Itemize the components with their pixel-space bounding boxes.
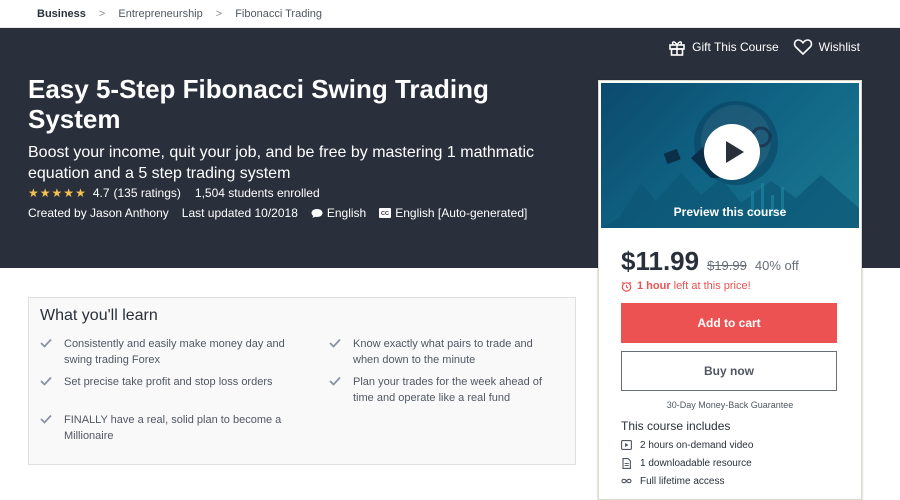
includes-item-text: Full lifetime access: [640, 475, 725, 487]
file-icon: [622, 457, 631, 469]
star-icon: ★: [63, 186, 75, 200]
star-icon: ★: [39, 186, 51, 200]
includes-title: This course includes: [621, 419, 731, 433]
play-icon: [725, 141, 744, 163]
includes-item-text: 2 hours on-demand video: [640, 439, 754, 451]
header-actions: Gift This Course Wishlist: [654, 38, 860, 56]
what-you-will-learn: What you'll learn Consistently and easil…: [28, 297, 576, 465]
gift-icon: [669, 41, 685, 56]
learn-item-text: Consistently and easily make money day a…: [64, 338, 285, 366]
check-icon: [40, 414, 52, 424]
language-label: English: [326, 206, 367, 220]
includes-item-text: 1 downloadable resource: [640, 457, 752, 469]
language: English: [311, 206, 366, 220]
timer-text: left at this price!: [673, 280, 751, 292]
includes-item: Full lifetime access: [621, 472, 753, 490]
star-icon: ★: [51, 186, 63, 200]
current-price: $11.99: [621, 246, 700, 276]
learn-item: Set precise take profit and stop loss or…: [40, 374, 292, 390]
timer-strong: 1 hour: [637, 280, 671, 292]
course-subtitle: Boost your income, quit your job, and be…: [28, 144, 535, 182]
course-meta: Created by Jason Anthony Last updated 10…: [28, 206, 540, 220]
check-icon: [329, 338, 341, 348]
breadcrumb: Business > Entrepreneurship > Fibonacci …: [0, 0, 900, 28]
closed-captions-icon: CC: [379, 208, 392, 218]
rating-value: 4.7: [92, 186, 110, 200]
buy-now-button[interactable]: Buy now: [621, 351, 837, 391]
includes-item: 2 hours on-demand video: [621, 436, 753, 454]
students-enrolled: 1,504 students enrolled: [194, 186, 320, 200]
learn-title: What you'll learn: [40, 307, 158, 324]
captions-label: English [Auto-generated]: [395, 206, 528, 220]
star-icon: ★: [75, 186, 86, 200]
discount-percent: 40% off: [754, 258, 799, 273]
rating-stars: ★ ★ ★ ★ ★: [28, 186, 87, 200]
last-updated: Last updated 10/2018: [181, 206, 298, 220]
learn-item-text: Plan your trades for the week ahead of t…: [353, 376, 542, 404]
includes-item: 1 downloadable resource: [621, 454, 753, 472]
breadcrumb-separator: >: [215, 7, 223, 20]
wishlist-button[interactable]: Wishlist: [793, 38, 860, 56]
rating-row: ★ ★ ★ ★ ★ 4.7 (135 ratings) 1,504 studen…: [28, 186, 320, 200]
breadcrumb-item-fibonacci-trading[interactable]: Fibonacci Trading: [235, 8, 322, 20]
gift-course-button[interactable]: Gift This Course: [668, 38, 779, 56]
learn-item-text: FINALLY have a real, solid plan to becom…: [64, 414, 282, 442]
check-icon: [329, 376, 341, 386]
speech-bubble-icon: [311, 208, 323, 218]
learn-item: Know exactly what pairs to trade and whe…: [329, 336, 559, 368]
price-row: $11.99 $19.99 40% off: [621, 246, 799, 277]
learn-item: Plan your trades for the week ahead of t…: [329, 374, 559, 406]
add-to-cart-button[interactable]: Add to cart: [621, 303, 837, 343]
learn-item-text: Know exactly what pairs to trade and whe…: [353, 338, 533, 366]
check-icon: [40, 338, 52, 348]
play-button[interactable]: [704, 124, 760, 180]
heart-icon: [793, 39, 812, 56]
gift-course-label: Gift This Course: [692, 40, 779, 54]
learn-item: FINALLY have a real, solid plan to becom…: [40, 412, 292, 444]
breadcrumb-item-entrepreneurship[interactable]: Entrepreneurship: [118, 8, 202, 20]
wishlist-label: Wishlist: [818, 40, 860, 54]
purchase-card: Preview this course $11.99 $19.99 40% of…: [598, 80, 862, 500]
includes-list: 2 hours on-demand video 1 downloadable r…: [621, 436, 753, 490]
captions: CC English [Auto-generated]: [379, 206, 527, 220]
infinity-icon: [621, 478, 632, 484]
check-icon: [40, 376, 52, 386]
rating-count[interactable]: (135 ratings): [114, 186, 181, 200]
price-timer: 1 hour left at this price!: [621, 280, 751, 292]
learn-item-text: Set precise take profit and stop loss or…: [64, 376, 273, 388]
preview-label: Preview this course: [673, 205, 787, 219]
svg-text:CC: CC: [381, 211, 389, 217]
course-title: Easy 5-Step Fibonacci Swing Trading Syst…: [28, 74, 489, 134]
course-preview-video[interactable]: Preview this course: [601, 83, 859, 228]
video-icon: [621, 440, 632, 450]
money-back-guarantee: 30-Day Money-Back Guarantee: [666, 400, 794, 410]
learn-item: Consistently and easily make money day a…: [40, 336, 292, 368]
breadcrumb-item-business[interactable]: Business: [37, 8, 86, 20]
alarm-clock-icon: [621, 281, 632, 292]
breadcrumb-separator: >: [98, 7, 106, 20]
created-by[interactable]: Created by Jason Anthony: [28, 206, 169, 220]
original-price: $19.99: [707, 258, 747, 273]
star-icon: ★: [28, 186, 39, 200]
